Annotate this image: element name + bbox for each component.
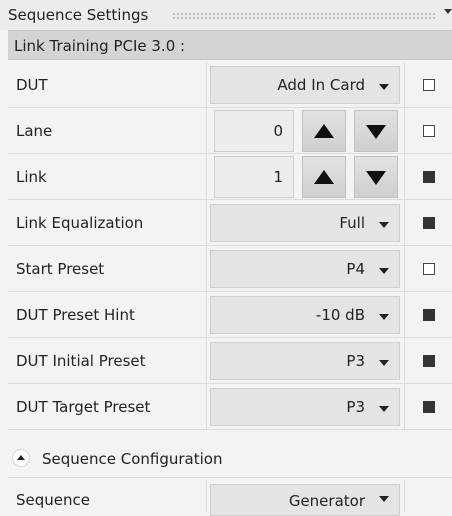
row-label: Sequence bbox=[16, 491, 90, 509]
sequence-dropdown[interactable]: Generator bbox=[210, 484, 400, 516]
settings-grid: DUT Add In Card Lane 0 Link 1 Link Equal… bbox=[8, 62, 452, 430]
triangle-down-icon bbox=[366, 125, 386, 139]
caret-down-icon bbox=[379, 222, 389, 228]
dropdown-value: Generator bbox=[288, 492, 365, 510]
row-label: DUT bbox=[16, 76, 48, 94]
dut-target-preset-checkbox[interactable] bbox=[423, 401, 435, 413]
caret-down-icon bbox=[379, 268, 389, 274]
start-preset-checkbox[interactable] bbox=[423, 263, 435, 275]
row-label: Link Equalization bbox=[16, 214, 144, 232]
link-equalization-dropdown[interactable]: Full bbox=[210, 204, 400, 242]
lane-increment-button[interactable] bbox=[302, 110, 346, 152]
row-label: Lane bbox=[16, 122, 53, 140]
row-lane: Lane 0 bbox=[8, 108, 452, 154]
triangle-up-icon bbox=[314, 124, 334, 138]
dut-initial-preset-dropdown[interactable]: P3 bbox=[210, 342, 400, 380]
caret-down-icon bbox=[379, 360, 389, 366]
row-dut-preset-hint: DUT Preset Hint -10 dB bbox=[8, 292, 452, 338]
row-label: Start Preset bbox=[16, 260, 105, 278]
row-link-equalization: Link Equalization Full bbox=[8, 200, 452, 246]
sequence-configuration-label: Sequence Configuration bbox=[42, 450, 223, 468]
link-increment-button[interactable] bbox=[302, 156, 346, 198]
spin-value: 1 bbox=[273, 168, 283, 186]
drag-grip[interactable] bbox=[172, 12, 436, 19]
dropdown-value: Add In Card bbox=[277, 76, 365, 94]
chevron-up-icon[interactable] bbox=[12, 449, 30, 467]
link-value-field[interactable]: 1 bbox=[214, 156, 294, 198]
panel-title: Sequence Settings bbox=[8, 6, 149, 24]
dropdown-value: P3 bbox=[346, 352, 365, 370]
link-equalization-checkbox[interactable] bbox=[423, 217, 435, 229]
dut-initial-preset-checkbox[interactable] bbox=[423, 355, 435, 367]
panel-titlebar: Sequence Settings bbox=[0, 0, 452, 30]
caret-down-icon bbox=[379, 84, 389, 90]
row-dut-target-preset: DUT Target Preset P3 bbox=[8, 384, 452, 430]
lane-decrement-button[interactable] bbox=[354, 110, 398, 152]
dropdown-value: Full bbox=[339, 214, 365, 232]
row-dut: DUT Add In Card bbox=[8, 62, 452, 108]
caret-down-icon bbox=[379, 496, 389, 502]
dropdown-value: P4 bbox=[346, 260, 365, 278]
link-decrement-button[interactable] bbox=[354, 156, 398, 198]
caret-down-icon bbox=[379, 406, 389, 412]
triangle-down-icon bbox=[366, 171, 386, 185]
spin-value: 0 bbox=[273, 122, 283, 140]
dut-dropdown[interactable]: Add In Card bbox=[210, 66, 400, 104]
row-label: Link bbox=[16, 168, 47, 186]
dut-preset-hint-checkbox[interactable] bbox=[423, 309, 435, 321]
dropdown-value: P3 bbox=[346, 398, 365, 416]
row-label: DUT Preset Hint bbox=[16, 306, 135, 324]
row-sequence: Sequence Generator bbox=[8, 480, 452, 516]
section-title: Link Training PCIe 3.0 : bbox=[14, 37, 186, 55]
caret-down-icon bbox=[379, 314, 389, 320]
row-link: Link 1 bbox=[8, 154, 452, 200]
lane-value-field[interactable]: 0 bbox=[214, 110, 294, 152]
sequence-configuration-header[interactable]: Sequence Configuration bbox=[8, 438, 452, 478]
dropdown-value: -10 dB bbox=[315, 306, 365, 324]
dut-checkbox[interactable] bbox=[423, 79, 435, 91]
link-checkbox[interactable] bbox=[423, 171, 435, 183]
row-start-preset: Start Preset P4 bbox=[8, 246, 452, 292]
row-label: DUT Target Preset bbox=[16, 398, 151, 416]
section-header: Link Training PCIe 3.0 : bbox=[8, 30, 452, 60]
lane-checkbox[interactable] bbox=[423, 125, 435, 137]
row-label: DUT Initial Preset bbox=[16, 352, 146, 370]
row-dut-initial-preset: DUT Initial Preset P3 bbox=[8, 338, 452, 384]
start-preset-dropdown[interactable]: P4 bbox=[210, 250, 400, 288]
triangle-up-icon bbox=[314, 170, 334, 184]
panel-menu-icon[interactable] bbox=[444, 9, 452, 14]
dut-target-preset-dropdown[interactable]: P3 bbox=[210, 388, 400, 426]
dut-preset-hint-dropdown[interactable]: -10 dB bbox=[210, 296, 400, 334]
